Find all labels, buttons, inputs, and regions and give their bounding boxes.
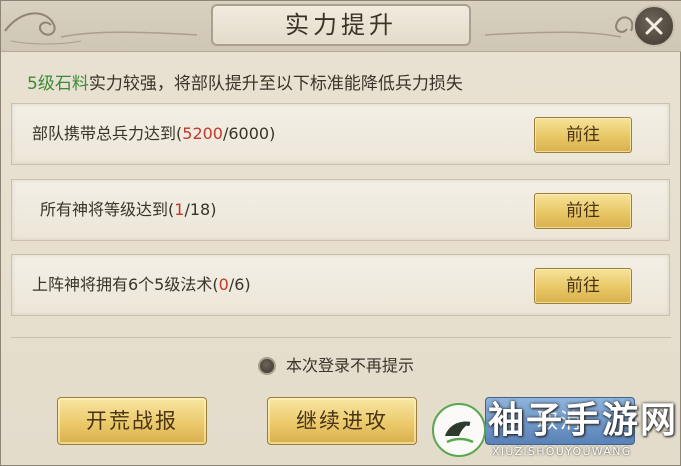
task-label: 所有神将等级达到(1/18) <box>40 200 217 219</box>
task-label: 部队携带总兵力达到(5200/6000) <box>32 124 276 143</box>
battle-report-button[interactable]: 开荒战报 <box>57 397 207 445</box>
goto-button-spells[interactable]: 前往 <box>534 268 632 304</box>
task-progress-current: 0 <box>218 275 229 294</box>
task-progress-total: /6) <box>228 275 251 294</box>
title-plaque: 实力提升 <box>211 4 471 46</box>
task-row-spells: 上阵神将拥有6个5级法术(0/6) 前往 <box>11 254 670 316</box>
watermark-name: 袖子手游网 <box>488 400 679 441</box>
watermark-url: XIUZISHOUYOUWANG <box>492 445 632 458</box>
title-bar: 实力提升 <box>1 1 681 52</box>
close-icon <box>645 17 663 35</box>
task-row-troops: 部队携带总兵力达到(5200/6000) 前往 <box>11 103 670 165</box>
task-row-general-level: 所有神将等级达到(1/18) 前往 <box>11 179 670 241</box>
task-label: 上阵神将拥有6个5级法术(0/6) <box>32 275 251 294</box>
description-body: 实力较强，将部队提升至以下标准能降低兵力损失 <box>88 74 463 94</box>
task-progress-current: 1 <box>174 200 185 219</box>
continue-attack-button[interactable]: 继续进攻 <box>267 397 417 445</box>
dont-remind-checkbox[interactable] <box>258 357 276 375</box>
description-text: 5级石料实力较强，将部队提升至以下标准能降低兵力损失 <box>27 72 463 96</box>
goto-button-general-level[interactable]: 前往 <box>534 193 632 229</box>
dialog-title: 实力提升 <box>285 11 397 39</box>
site-watermark: 袖子手游网 XIUZISHOUYOUWANG <box>426 399 676 465</box>
goto-button-troops[interactable]: 前往 <box>534 117 632 153</box>
dont-remind-label: 本次登录不再提示 <box>286 356 415 375</box>
resource-level-highlight: 5级石料 <box>27 74 89 94</box>
task-progress-total: /6000) <box>222 124 276 143</box>
bird-logo-icon <box>432 403 486 457</box>
task-progress-current: 5200 <box>182 124 223 143</box>
strength-upgrade-dialog: 实力提升 5级石料实力较强，将部队提升至以下标准能降低兵力损失 部队携带总兵力达… <box>0 0 681 466</box>
close-button[interactable] <box>633 5 675 47</box>
cloud-ornament-left <box>4 12 198 45</box>
divider <box>11 337 671 338</box>
task-progress-total: /18) <box>184 200 217 219</box>
